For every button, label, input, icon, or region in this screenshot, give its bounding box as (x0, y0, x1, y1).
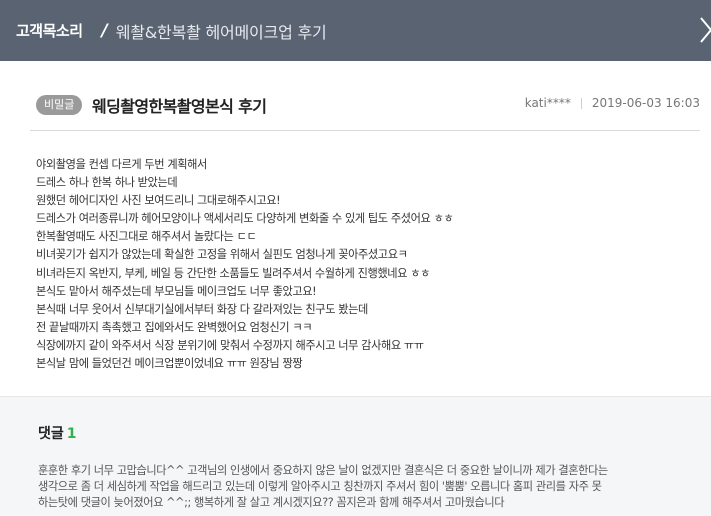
body-line: 드레스가 여러종류니까 헤어모양이나 액세서리도 다양하게 변화줄 수 있게 팁… (36, 212, 454, 226)
body-line: 본식때 너무 웃어서 신부대기실에서부터 화장 다 갈라져있는 친구도 봤는데 (36, 302, 368, 316)
body-line: 식장에까지 같이 와주셔서 식장 분위기에 맞춰서 수정까지 해주시고 너무 감… (36, 338, 424, 352)
body-line: 원했던 헤어디자인 사진 보여드리니 그대로해주시고요! (36, 194, 281, 208)
post-header: 비밀글 웨딩촬영한복촬영본식 후기 kati**** 2019-06-03 16… (30, 61, 700, 131)
top-header: 고객목소리 / 웨촬&한복촬 헤어메이크업 후기 (0, 0, 711, 61)
comment-line: 하는탓에 댓글이 늦어졌어요 ^^;; 행복하게 잘 살고 계시겠지요?? 꼼지… (38, 496, 505, 510)
body-line: 본식날 맘에 들었던건 메이크업뿐이었네요 ㅠㅠ 원장님 짱짱 (36, 357, 303, 371)
body-line: 야외촬영을 컨셉 다르게 두번 계획해서 (36, 158, 207, 171)
comments-count: 1 (66, 426, 77, 442)
comment-line: 생각으로 좀 더 세심하게 작업을 해드리고 있는데 이렇게 알아주시고 칭찬까… (38, 480, 602, 494)
body-line: 비녀꽂기가 쉽지가 않았는데 확실한 고정을 위해서 실핀도 엄청나게 꽂아주셨… (36, 248, 408, 262)
brand-title[interactable]: 고객목소리 (16, 20, 83, 41)
post-author: kati**** (524, 96, 571, 110)
body-line: 비녀라든지 옥반지, 부케, 베일 등 간단한 소품들도 빌려주셔서 수월하게 … (36, 266, 431, 280)
chevron-right-icon[interactable] (695, 14, 711, 46)
breadcrumb-separator: / (101, 20, 108, 41)
comments-label: 댓글 (38, 426, 64, 442)
post-title: 웨딩촬영한복촬영본식 후기 (92, 97, 267, 116)
breadcrumb[interactable]: 웨촬&한복촬 헤어메이크업 후기 (116, 19, 327, 43)
post-meta: kati**** 2019-06-03 16:03 (525, 96, 700, 110)
body-line: 한복촬영때도 사진그대로 해주셔서 놀랐다는 ㄷㄷ (36, 230, 257, 244)
comments-section: 댓글 1 훈훈한 후기 너무 고맙습니다^^ 고객님의 인생에서 중요하지 않은 … (0, 396, 711, 516)
body-line: 드레스 하나 한복 하나 받았는데 (36, 176, 178, 190)
comments-heading: 댓글 1 (38, 423, 77, 443)
meta-divider (580, 97, 582, 109)
body-line: 전 끝날때까지 촉촉했고 집에와서도 완벽했어요 엄청신기 ㅋㅋ (36, 320, 313, 334)
post-body: 야외촬영을 컨셉 다르게 두번 계획해서 드레스 하나 한복 하나 받았는데 원… (36, 156, 686, 373)
body-line: 본식도 맡아서 해주셨는데 부모님들 메이크업도 너무 좋았고요! (36, 284, 317, 298)
comment-item: 훈훈한 후기 너무 고맙습니다^^ 고객님의 인생에서 중요하지 않은 날이 없… (38, 463, 688, 512)
post-datetime: 2019-06-03 16:03 (591, 96, 700, 110)
comment-line: 훈훈한 후기 너무 고맙습니다^^ 고객님의 인생에서 중요하지 않은 날이 없… (38, 464, 608, 477)
secret-badge: 비밀글 (36, 95, 83, 115)
